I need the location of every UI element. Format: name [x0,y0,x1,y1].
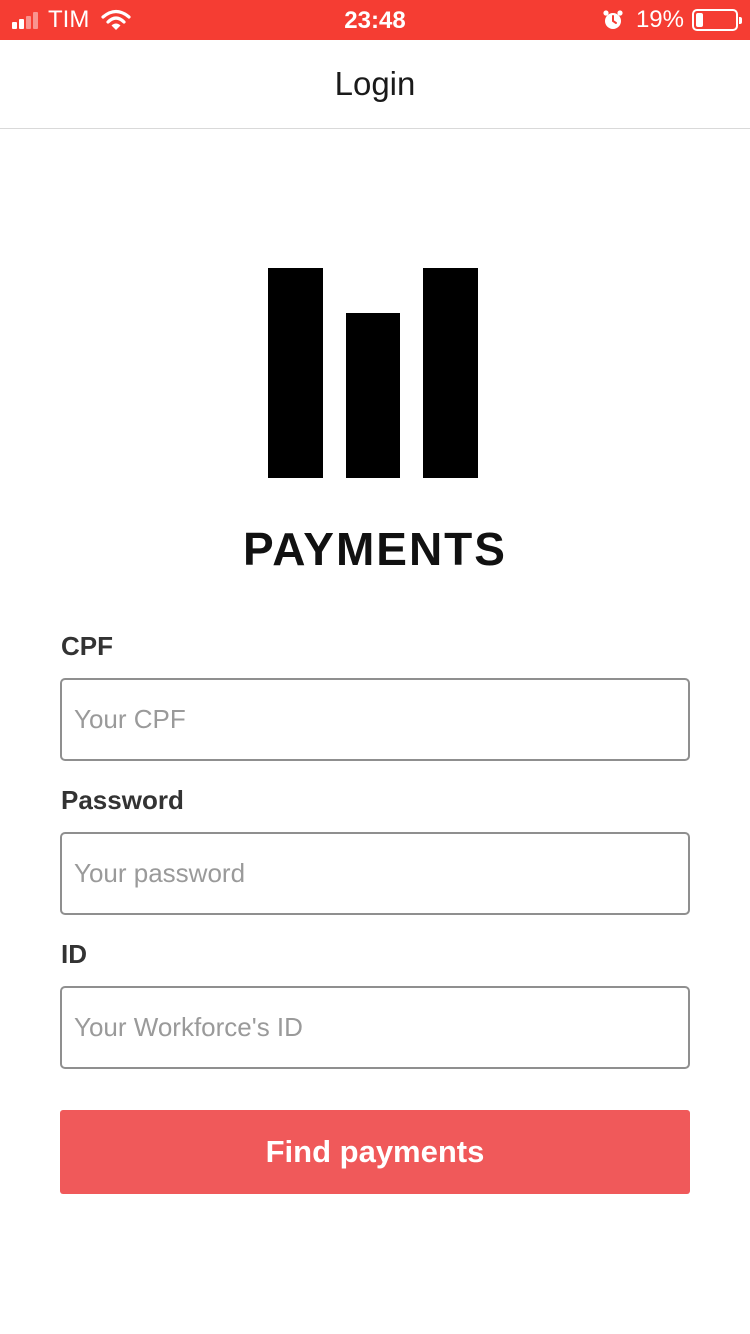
battery-percent: 19% [635,6,684,33]
cpf-input[interactable] [60,678,690,761]
battery-fill [696,13,703,27]
battery-icon [692,9,742,31]
workforce-id-input[interactable] [60,986,690,1069]
find-payments-button[interactable]: Find payments [60,1110,690,1194]
bar-logo-icon [268,268,478,478]
status-right: 19% [602,6,742,33]
alarm-icon [603,10,623,29]
navigation-bar: Login [0,40,750,129]
logo-text: PAYMENTS [243,523,507,575]
status-bar: TIM 23:48 19% [0,0,750,40]
cpf-label: CPF [61,631,113,661]
logo-bar-right [423,268,478,478]
page-title: Login [334,64,416,102]
logo-bar-middle [346,313,400,478]
password-label: Password [61,785,184,815]
id-label: ID [61,939,87,969]
password-input[interactable] [60,832,690,915]
logo-bar-left [268,268,323,478]
battery-cap [739,17,742,24]
